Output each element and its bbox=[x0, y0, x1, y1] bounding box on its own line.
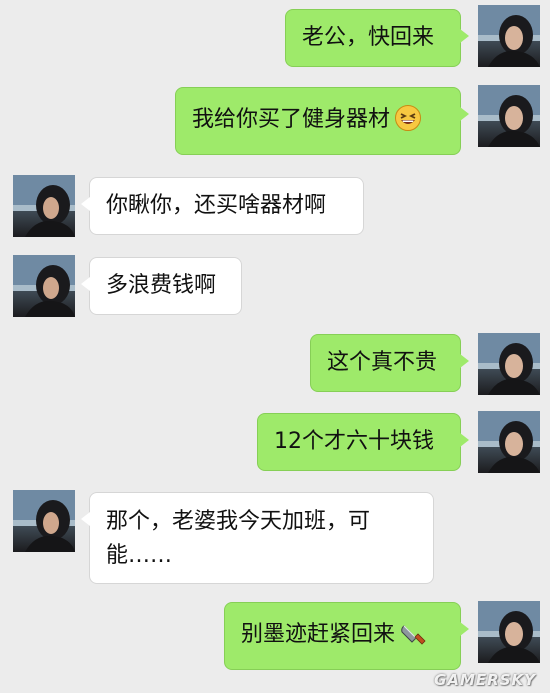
message-bubble-sent[interactable]: 12个才六十块钱 bbox=[257, 413, 469, 471]
avatar-self[interactable] bbox=[478, 5, 540, 67]
message-bubble-sent[interactable]: 我给你买了健身器材 bbox=[175, 87, 469, 155]
message-text: 我给你买了健身器材 bbox=[192, 107, 391, 132]
message-text: 这个真不贵 bbox=[327, 350, 438, 375]
message-text: 多浪费钱啊 bbox=[106, 273, 217, 298]
avatar-self[interactable] bbox=[478, 601, 540, 663]
message-row: 12个才六十块钱 bbox=[0, 411, 550, 473]
person-photo-icon bbox=[478, 333, 540, 395]
message-row: 那个，老婆我今天加班，可能…… bbox=[0, 490, 550, 585]
message-text: 老公，快回来 bbox=[302, 25, 435, 50]
person-photo-icon bbox=[478, 5, 540, 67]
kitchen-knife-icon bbox=[399, 619, 427, 647]
avatar-contact[interactable] bbox=[13, 175, 75, 237]
person-photo-icon bbox=[478, 411, 540, 473]
message-row: 多浪费钱啊 bbox=[0, 255, 550, 317]
person-photo-icon bbox=[13, 175, 75, 237]
person-photo-icon bbox=[13, 490, 75, 552]
message-text: 你瞅你，还买啥器材啊 bbox=[106, 193, 327, 218]
avatar-self[interactable] bbox=[478, 411, 540, 473]
person-photo-icon bbox=[478, 85, 540, 147]
avatar-contact[interactable] bbox=[13, 490, 75, 552]
grinning-squint-face-icon bbox=[394, 104, 422, 132]
message-bubble-received[interactable]: 多浪费钱啊 bbox=[81, 257, 242, 315]
avatar-self[interactable] bbox=[478, 333, 540, 395]
message-text: 那个，老婆我今天加班，可能…… bbox=[106, 509, 371, 568]
avatar-self[interactable] bbox=[478, 85, 540, 147]
message-row: 别墨迹赶紧回来 bbox=[0, 601, 550, 670]
message-row: 我给你买了健身器材 bbox=[0, 85, 550, 155]
message-text: 别墨迹赶紧回来 bbox=[241, 622, 396, 647]
person-photo-icon bbox=[478, 601, 540, 663]
message-bubble-sent[interactable]: 别墨迹赶紧回来 bbox=[224, 602, 469, 670]
chat-area: 老公，快回来 我给你买了健身器材 你瞅你，还买啥器材啊 多浪费钱啊 这个真不贵 … bbox=[0, 0, 550, 693]
message-bubble-sent[interactable]: 这个真不贵 bbox=[310, 334, 469, 392]
message-bubble-received[interactable]: 那个，老婆我今天加班，可能…… bbox=[81, 492, 434, 584]
person-photo-icon bbox=[13, 255, 75, 317]
avatar-contact[interactable] bbox=[13, 255, 75, 317]
message-text: 12个才六十块钱 bbox=[274, 429, 434, 454]
message-bubble-received[interactable]: 你瞅你，还买啥器材啊 bbox=[81, 177, 364, 235]
message-row: 老公，快回来 bbox=[0, 5, 550, 67]
message-row: 你瞅你，还买啥器材啊 bbox=[0, 175, 550, 237]
watermark: GAMERSKY bbox=[434, 671, 536, 689]
message-row: 这个真不贵 bbox=[0, 333, 550, 395]
message-bubble-sent[interactable]: 老公，快回来 bbox=[285, 9, 469, 67]
